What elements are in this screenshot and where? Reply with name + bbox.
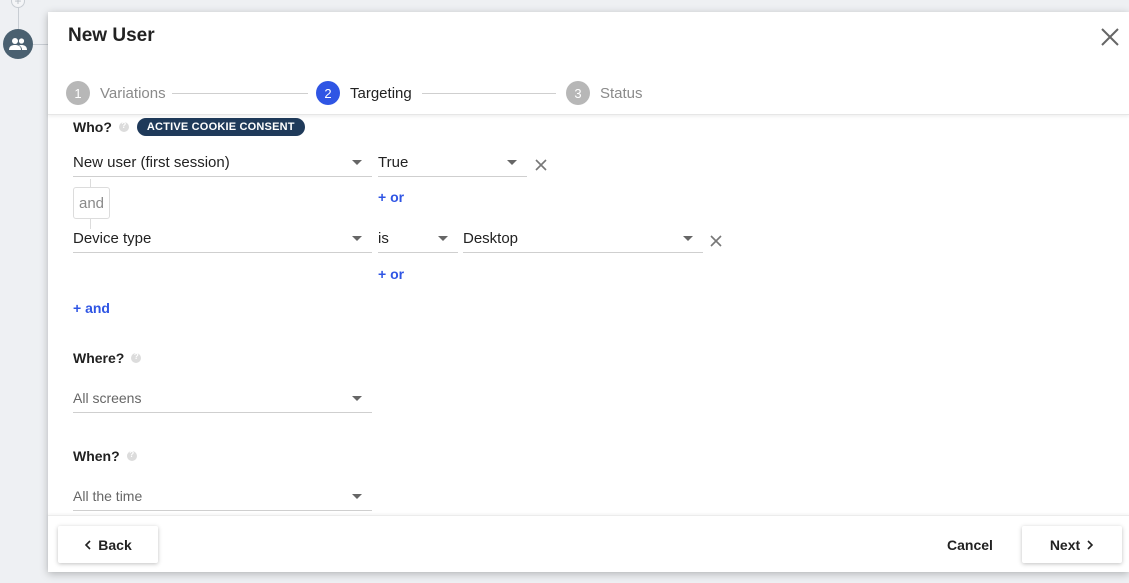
cookie-consent-badge: ACTIVE COOKIE CONSENT: [136, 118, 305, 136]
chevron-down-icon: [352, 160, 362, 165]
help-icon[interactable]: [131, 352, 142, 363]
chevron-down-icon: [352, 236, 362, 241]
add-and-link[interactable]: + and: [73, 300, 110, 316]
attribute-value: Device type: [73, 230, 152, 247]
help-icon[interactable]: [126, 450, 137, 461]
back-button[interactable]: Back: [58, 526, 158, 563]
canvas-add-icon[interactable]: +: [11, 0, 25, 8]
dialog-footer: Back Cancel Next: [48, 515, 1129, 572]
chevron-down-icon: [352, 396, 362, 401]
when-section-label: When?: [73, 448, 137, 464]
value-text: True: [378, 154, 409, 171]
attribute-select[interactable]: New user (first session): [73, 151, 372, 177]
new-user-dialog: New User 1 Variations 2 Targeting 3 Stat…: [48, 12, 1129, 572]
when-select[interactable]: All the time: [73, 485, 372, 511]
step-number: 1: [66, 81, 90, 105]
who-section-label: Who? ACTIVE COOKIE CONSENT: [73, 118, 305, 136]
back-label: Back: [98, 536, 132, 553]
add-or-link[interactable]: + or: [378, 189, 404, 205]
close-icon[interactable]: [1099, 26, 1121, 48]
users-icon: [9, 38, 27, 50]
chevron-right-icon: [1087, 539, 1094, 550]
value-select[interactable]: Desktop: [463, 227, 703, 253]
dialog-header: New User 1 Variations 2 Targeting 3 Stat…: [48, 12, 1129, 115]
step-connector: [422, 93, 556, 94]
when-value: All the time: [73, 488, 143, 504]
step-label: Variations: [100, 84, 166, 102]
canvas-user-node[interactable]: [3, 29, 33, 59]
cancel-button[interactable]: Cancel: [933, 526, 1007, 563]
value-select[interactable]: True: [378, 151, 527, 177]
and-connector: [90, 179, 91, 187]
step-number: 2: [316, 81, 340, 105]
next-label: Next: [1049, 536, 1081, 553]
add-or-link[interactable]: + or: [378, 266, 404, 282]
step-label: Targeting: [350, 84, 412, 102]
chevron-down-icon: [352, 494, 362, 499]
when-label: When?: [73, 448, 120, 464]
step-label: Status: [600, 84, 643, 102]
who-label: Who?: [73, 119, 112, 135]
stepper: 1 Variations 2 Targeting 3 Status: [66, 81, 766, 105]
chevron-left-icon: [85, 539, 91, 550]
chevron-down-icon: [683, 236, 693, 241]
operator-value: is: [378, 230, 389, 247]
attribute-select[interactable]: Device type: [73, 227, 372, 253]
step-number: 3: [566, 81, 590, 105]
canvas-connector: [33, 44, 48, 45]
where-value: All screens: [73, 390, 142, 406]
remove-rule-icon[interactable]: [709, 234, 723, 248]
chevron-down-icon: [438, 236, 448, 241]
where-section-label: Where?: [73, 350, 142, 366]
step-variations[interactable]: 1 Variations: [66, 81, 166, 105]
value-text: Desktop: [463, 230, 519, 247]
where-select[interactable]: All screens: [73, 387, 372, 413]
operator-select[interactable]: is: [378, 227, 458, 253]
step-status[interactable]: 3 Status: [566, 81, 643, 105]
step-connector: [172, 93, 308, 94]
where-label: Where?: [73, 350, 125, 366]
attribute-value: New user (first session): [73, 154, 230, 171]
next-button[interactable]: Next: [1022, 526, 1122, 563]
remove-rule-icon[interactable]: [534, 158, 548, 172]
and-separator: and: [73, 187, 110, 219]
step-targeting[interactable]: 2 Targeting: [316, 81, 412, 105]
help-icon[interactable]: [118, 121, 129, 132]
dialog-title: New User: [68, 25, 155, 46]
chevron-down-icon: [507, 160, 517, 165]
targeting-content: Who? ACTIVE COOKIE CONSENT New user (fir…: [48, 115, 1129, 515]
